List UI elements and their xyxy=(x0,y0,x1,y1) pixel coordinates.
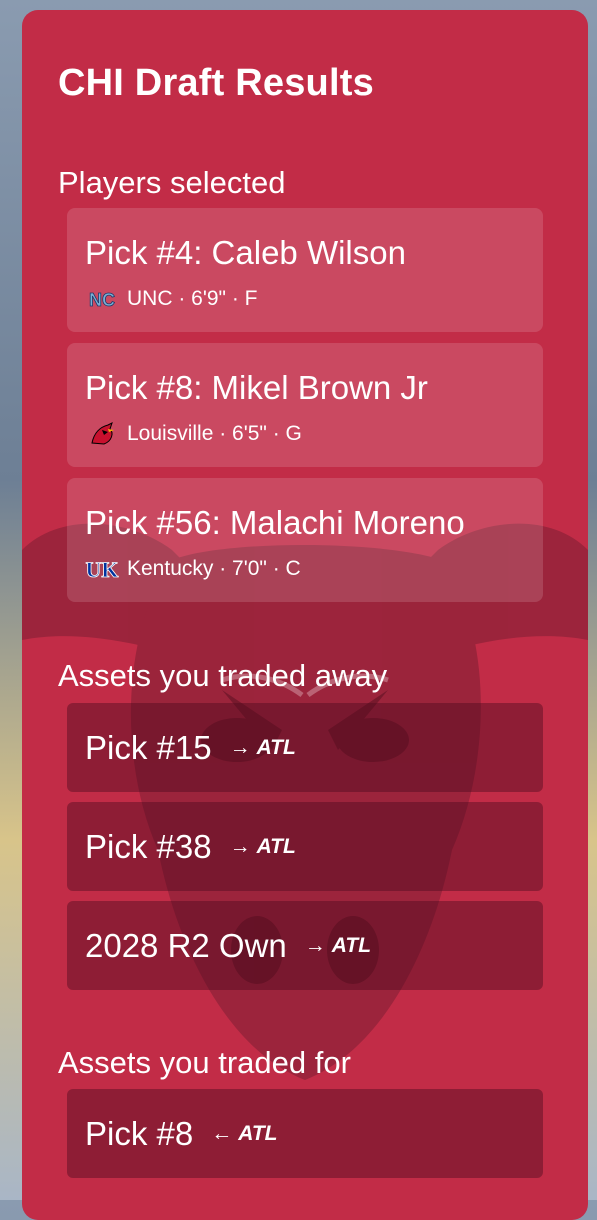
page-title: CHI Draft Results xyxy=(58,62,374,104)
louisville-cardinal-icon xyxy=(85,421,119,447)
player-meta: Louisville · 6'5" · G xyxy=(127,422,302,445)
player-pick-label: Pick #4: Caleb Wilson xyxy=(85,234,406,271)
player-card[interactable]: Pick #4: Caleb Wilson NC UNC · 6'9" · F xyxy=(67,208,543,332)
asset-destination: → ATL xyxy=(305,934,371,958)
player-card[interactable]: Pick #8: Mikel Brown Jr Louisville · 6'5… xyxy=(67,343,543,467)
traded-away-asset[interactable]: Pick #15 → ATL xyxy=(67,703,543,792)
asset-destination: → ATL xyxy=(230,736,296,760)
kentucky-uk-icon: UK xyxy=(85,556,119,582)
asset-origin: ← ATL xyxy=(211,1122,277,1146)
section-title-traded-for: Assets you traded for xyxy=(58,1045,351,1080)
asset-destination: → ATL xyxy=(230,835,296,859)
team-abbr: ATL xyxy=(256,834,296,858)
traded-away-asset[interactable]: Pick #38 → ATL xyxy=(67,802,543,891)
svg-text:UK: UK xyxy=(86,557,119,581)
asset-label: Pick #15 xyxy=(85,728,212,766)
traded-for-asset[interactable]: Pick #8 ← ATL xyxy=(67,1089,543,1178)
arrow-right-icon: → xyxy=(304,933,326,957)
asset-label: 2028 R2 Own xyxy=(85,926,287,964)
team-abbr: ATL xyxy=(238,1121,278,1145)
player-card[interactable]: Pick #56: Malachi Moreno UK Kentucky · 7… xyxy=(67,478,543,602)
arrow-right-icon: → xyxy=(229,834,251,858)
arrow-right-icon: → xyxy=(229,735,251,759)
player-pick-label: Pick #8: Mikel Brown Jr xyxy=(85,369,428,406)
team-abbr: ATL xyxy=(331,933,372,957)
unc-logo-icon: NC xyxy=(85,286,119,312)
team-abbr: ATL xyxy=(256,735,296,759)
traded-away-asset[interactable]: 2028 R2 Own → ATL xyxy=(67,901,543,990)
player-meta: Kentucky · 7'0" · C xyxy=(127,557,301,580)
player-meta: UNC · 6'9" · F xyxy=(127,287,258,310)
section-title-traded-away: Assets you traded away xyxy=(58,658,388,693)
arrow-left-icon: ← xyxy=(211,1121,233,1145)
section-title-players-selected: Players selected xyxy=(58,165,286,200)
draft-results-panel: CHI Draft Results Players selected Pick … xyxy=(22,10,588,1220)
asset-label: Pick #8 xyxy=(85,1114,194,1152)
svg-text:NC: NC xyxy=(89,290,115,310)
asset-label: Pick #38 xyxy=(85,827,212,865)
player-pick-label: Pick #56: Malachi Moreno xyxy=(85,504,465,541)
